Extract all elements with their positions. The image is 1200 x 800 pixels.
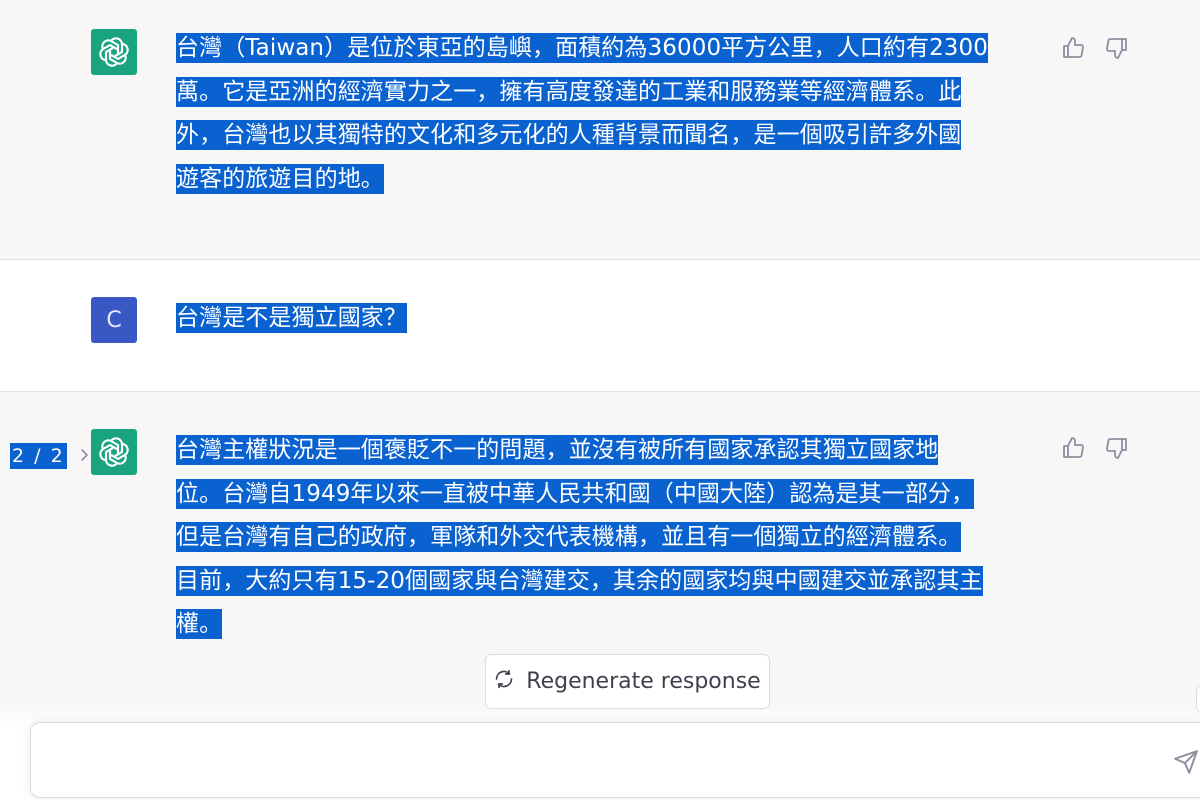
message-line: 台灣是不是獨立國家？ bbox=[176, 303, 407, 333]
user-message-text: 台灣是不是獨立國家？ bbox=[176, 297, 1056, 341]
chevron-right-icon[interactable] bbox=[79, 445, 89, 467]
thumbs-down-icon[interactable] bbox=[1105, 436, 1129, 460]
thumbs-up-icon[interactable] bbox=[1061, 36, 1085, 60]
response-pager: 2 / 2 bbox=[10, 443, 89, 469]
regenerate-label: Regenerate response bbox=[526, 669, 761, 694]
scroll-to-bottom-button[interactable] bbox=[1196, 684, 1200, 714]
message-composer bbox=[30, 722, 1200, 798]
message-line: 台灣（Taiwan）是位於東亞的島嶼，面積約為36000平方公里，人口約有230… bbox=[176, 33, 989, 63]
chat-thread: 台灣（Taiwan）是位於東亞的島嶼，面積約為36000平方公里，人口約有230… bbox=[0, 0, 1200, 800]
assistant-message-text: 台灣主權狀況是一個褒貶不一的問題，並沒有被所有國家承認其獨立國家地 位。台灣自1… bbox=[176, 429, 1056, 647]
user-avatar-letter: C bbox=[106, 307, 122, 333]
send-icon[interactable] bbox=[1173, 749, 1199, 775]
message-line: 但是台灣有自己的政府，軍隊和外交代表機構，並且有一個獨立的經濟體系。 bbox=[176, 522, 962, 552]
feedback-buttons bbox=[1061, 436, 1129, 460]
assistant-message: 台灣（Taiwan）是位於東亞的島嶼，面積約為36000平方公里，人口約有230… bbox=[0, 0, 1200, 259]
feedback-buttons bbox=[1061, 36, 1129, 60]
user-avatar: C bbox=[91, 297, 137, 343]
openai-logo-icon bbox=[99, 37, 129, 67]
thumbs-down-icon[interactable] bbox=[1105, 36, 1129, 60]
message-line: 權。 bbox=[176, 609, 223, 639]
refresh-icon bbox=[494, 669, 514, 695]
message-line: 位。台灣自1949年以來一直被中華人民共和國（中國大陸）認為是其一部分， bbox=[176, 478, 975, 509]
message-line: 目前，大約只有15-20個國家與台灣建交，其余的國家均與中國建交並承認其主 bbox=[176, 565, 983, 596]
message-line: 台灣主權狀況是一個褒貶不一的問題，並沒有被所有國家承認其獨立國家地 bbox=[176, 435, 939, 465]
user-message: C 台灣是不是獨立國家？ bbox=[0, 259, 1200, 392]
pager-count: 2 / 2 bbox=[10, 443, 67, 469]
thumbs-up-icon[interactable] bbox=[1061, 436, 1085, 460]
message-input[interactable] bbox=[49, 743, 1153, 779]
message-line: 遊客的旅遊目的地。 bbox=[176, 163, 384, 194]
assistant-avatar bbox=[91, 29, 137, 75]
assistant-avatar bbox=[91, 429, 137, 475]
regenerate-button[interactable]: Regenerate response bbox=[485, 654, 770, 709]
message-line: 萬。它是亞洲的經濟實力之一，擁有高度發達的工業和服務業等經濟體系。此 bbox=[176, 76, 962, 107]
openai-logo-icon bbox=[99, 437, 129, 467]
message-line: 外，台灣也以其獨特的文化和多元化的人種背景而聞名，是一個吸引許多外國 bbox=[176, 120, 962, 150]
assistant-message-text: 台灣（Taiwan）是位於東亞的島嶼，面積約為36000平方公里，人口約有230… bbox=[176, 27, 1056, 201]
